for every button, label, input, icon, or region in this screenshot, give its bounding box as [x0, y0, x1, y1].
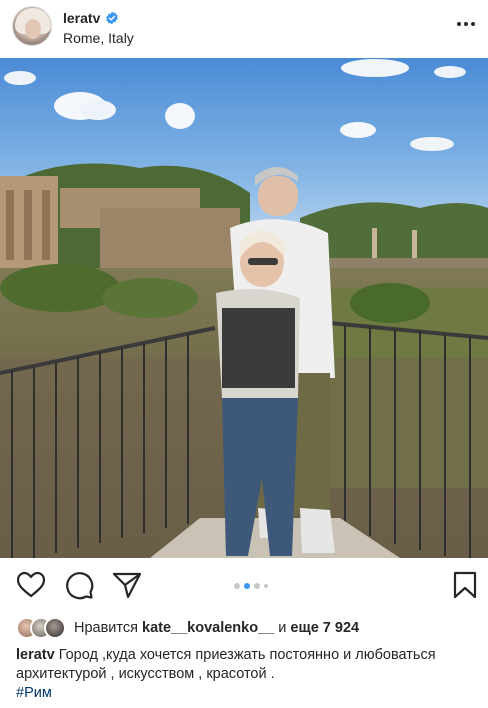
caption-username-link[interactable]: leratv	[16, 647, 55, 663]
more-options-icon[interactable]	[454, 16, 478, 32]
comment-icon[interactable]	[64, 570, 94, 600]
carousel-dot	[254, 583, 260, 589]
hashtag-link[interactable]: #Рим	[16, 685, 52, 701]
avatar[interactable]	[12, 6, 52, 46]
carousel-dot	[264, 584, 268, 588]
post-photo[interactable]	[0, 58, 488, 558]
caption: leratv Город ,куда хочется приезжать пос…	[16, 646, 476, 703]
username-row: leratv	[63, 9, 119, 27]
likes-row: Нравится kate__kovalenko__ и еще 7 924	[16, 616, 359, 640]
post-header: leratv Rome, Italy	[0, 0, 488, 58]
username-link[interactable]: leratv	[63, 10, 100, 26]
heart-icon[interactable]	[16, 570, 46, 600]
carousel-dot	[234, 583, 240, 589]
liker-username-link[interactable]: kate__kovalenko__	[142, 620, 274, 636]
photo-illustration	[0, 58, 488, 558]
likes-text: Нравится kate__kovalenko__ и еще 7 924	[74, 620, 359, 636]
location-link[interactable]: Rome, Italy	[63, 30, 134, 46]
likes-connector: и	[278, 620, 287, 636]
likes-others-link[interactable]: еще 7 924	[290, 620, 359, 636]
bookmark-icon[interactable]	[450, 570, 480, 600]
liker-avatar	[44, 617, 66, 639]
verified-badge-icon	[106, 11, 119, 25]
carousel-dot-active	[244, 583, 250, 589]
liker-avatars[interactable]	[16, 617, 66, 639]
likes-prefix: Нравится	[74, 620, 138, 636]
action-bar	[0, 560, 488, 610]
share-icon[interactable]	[112, 570, 142, 600]
caption-text: Город ,куда хочется приезжать постоянно …	[16, 647, 436, 682]
carousel-indicator	[234, 583, 268, 589]
